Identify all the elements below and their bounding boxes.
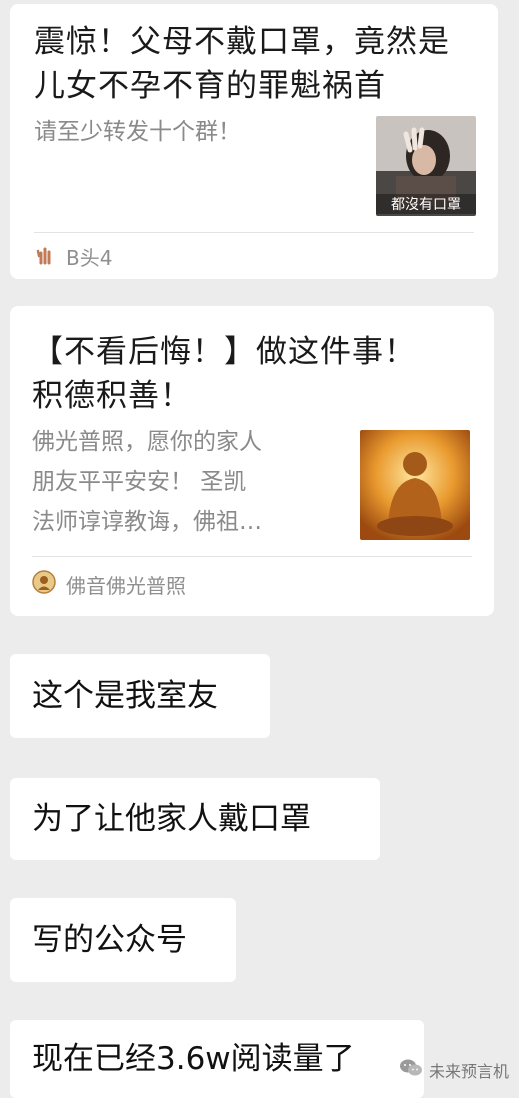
article-source[interactable]: 佛音佛光普照 [32, 570, 186, 599]
shared-article-card-1[interactable]: 震惊！父母不戴口罩，竟然是 儿女不孕不育的罪魁祸首 请至少转发十个群！ 都沒有口… [10, 4, 498, 279]
article-description-line-2: 朋友平平安安！ 圣凯 [32, 469, 247, 495]
wechat-logo-icon [399, 1058, 423, 1082]
article-thumbnail: 都沒有口罩 [376, 116, 476, 216]
chat-message: 这个是我室友 [10, 654, 270, 738]
article-description-line-1: 佛光普照，愿你的家人 [32, 429, 262, 455]
article-description-line-3: 法师谆谆教诲，佛祖… [32, 509, 262, 535]
article-title-line-2: 积德积善！ [32, 378, 192, 414]
article-thumbnail [360, 430, 470, 540]
source-avatar-icon [34, 243, 56, 270]
article-title-line-2: 儿女不孕不育的罪魁祸首 [34, 68, 386, 104]
source-avatar-icon [32, 570, 56, 599]
watermark: 未来预言机 [399, 1058, 509, 1082]
buddha-image-icon [360, 430, 470, 540]
source-name: 佛音佛光普照 [66, 574, 186, 598]
source-name: B头4 [66, 246, 113, 270]
chat-message: 写的公众号 [10, 898, 236, 982]
watermark-text: 未来预言机 [428, 1062, 509, 1081]
article-title-line-1: 【不看后悔！】做这件事！ [32, 334, 416, 370]
thumbnail-caption: 都沒有口罩 [376, 194, 476, 214]
card-divider [32, 556, 472, 557]
article-description: 请至少转发十个群！ [34, 119, 241, 145]
shared-article-card-2[interactable]: 【不看后悔！】做这件事！ 积德积善！ 佛光普照，愿你的家人 朋友平平安安！ 圣凯… [10, 306, 494, 616]
chat-message: 为了让他家人戴口罩 [10, 778, 380, 860]
article-title-line-1: 震惊！父母不戴口罩，竟然是 [34, 24, 450, 60]
card-divider [34, 232, 474, 233]
article-source[interactable]: B头4 [34, 242, 112, 271]
chat-message: 现在已经3.6w阅读量了 [10, 1020, 424, 1098]
